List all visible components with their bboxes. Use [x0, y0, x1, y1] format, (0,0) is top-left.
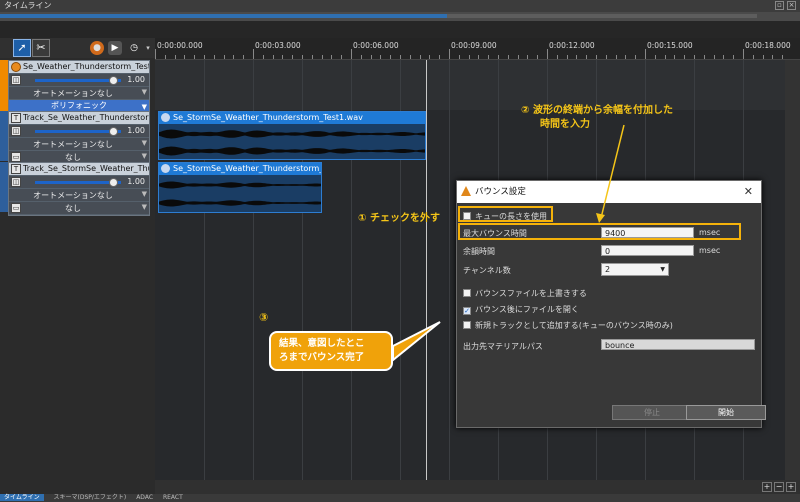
- callout-tail: [392, 321, 441, 363]
- callout-line: 結果、意図したとこ: [279, 338, 365, 349]
- arrow-head: [596, 213, 605, 223]
- annotation-arrows: [392, 124, 625, 363]
- result-callout: 結果、意図したとこ ろまでバウンス完了: [269, 331, 393, 371]
- callout-line: ろまでバウンス完了: [279, 352, 365, 363]
- app-window: タイムライン ▫ × ➚ ✂ ● ▶ ◷ ▾ 0:00:00.000 0:00:…: [0, 0, 800, 502]
- step1-label: ① チェックを外す: [358, 213, 440, 224]
- arrow-line: [600, 124, 625, 219]
- step2-label-line2: 時間を入力: [540, 119, 590, 130]
- step2-label-line1: ② 波形の終端から余幅を付加した: [521, 105, 673, 116]
- step3-label: ③: [259, 311, 269, 324]
